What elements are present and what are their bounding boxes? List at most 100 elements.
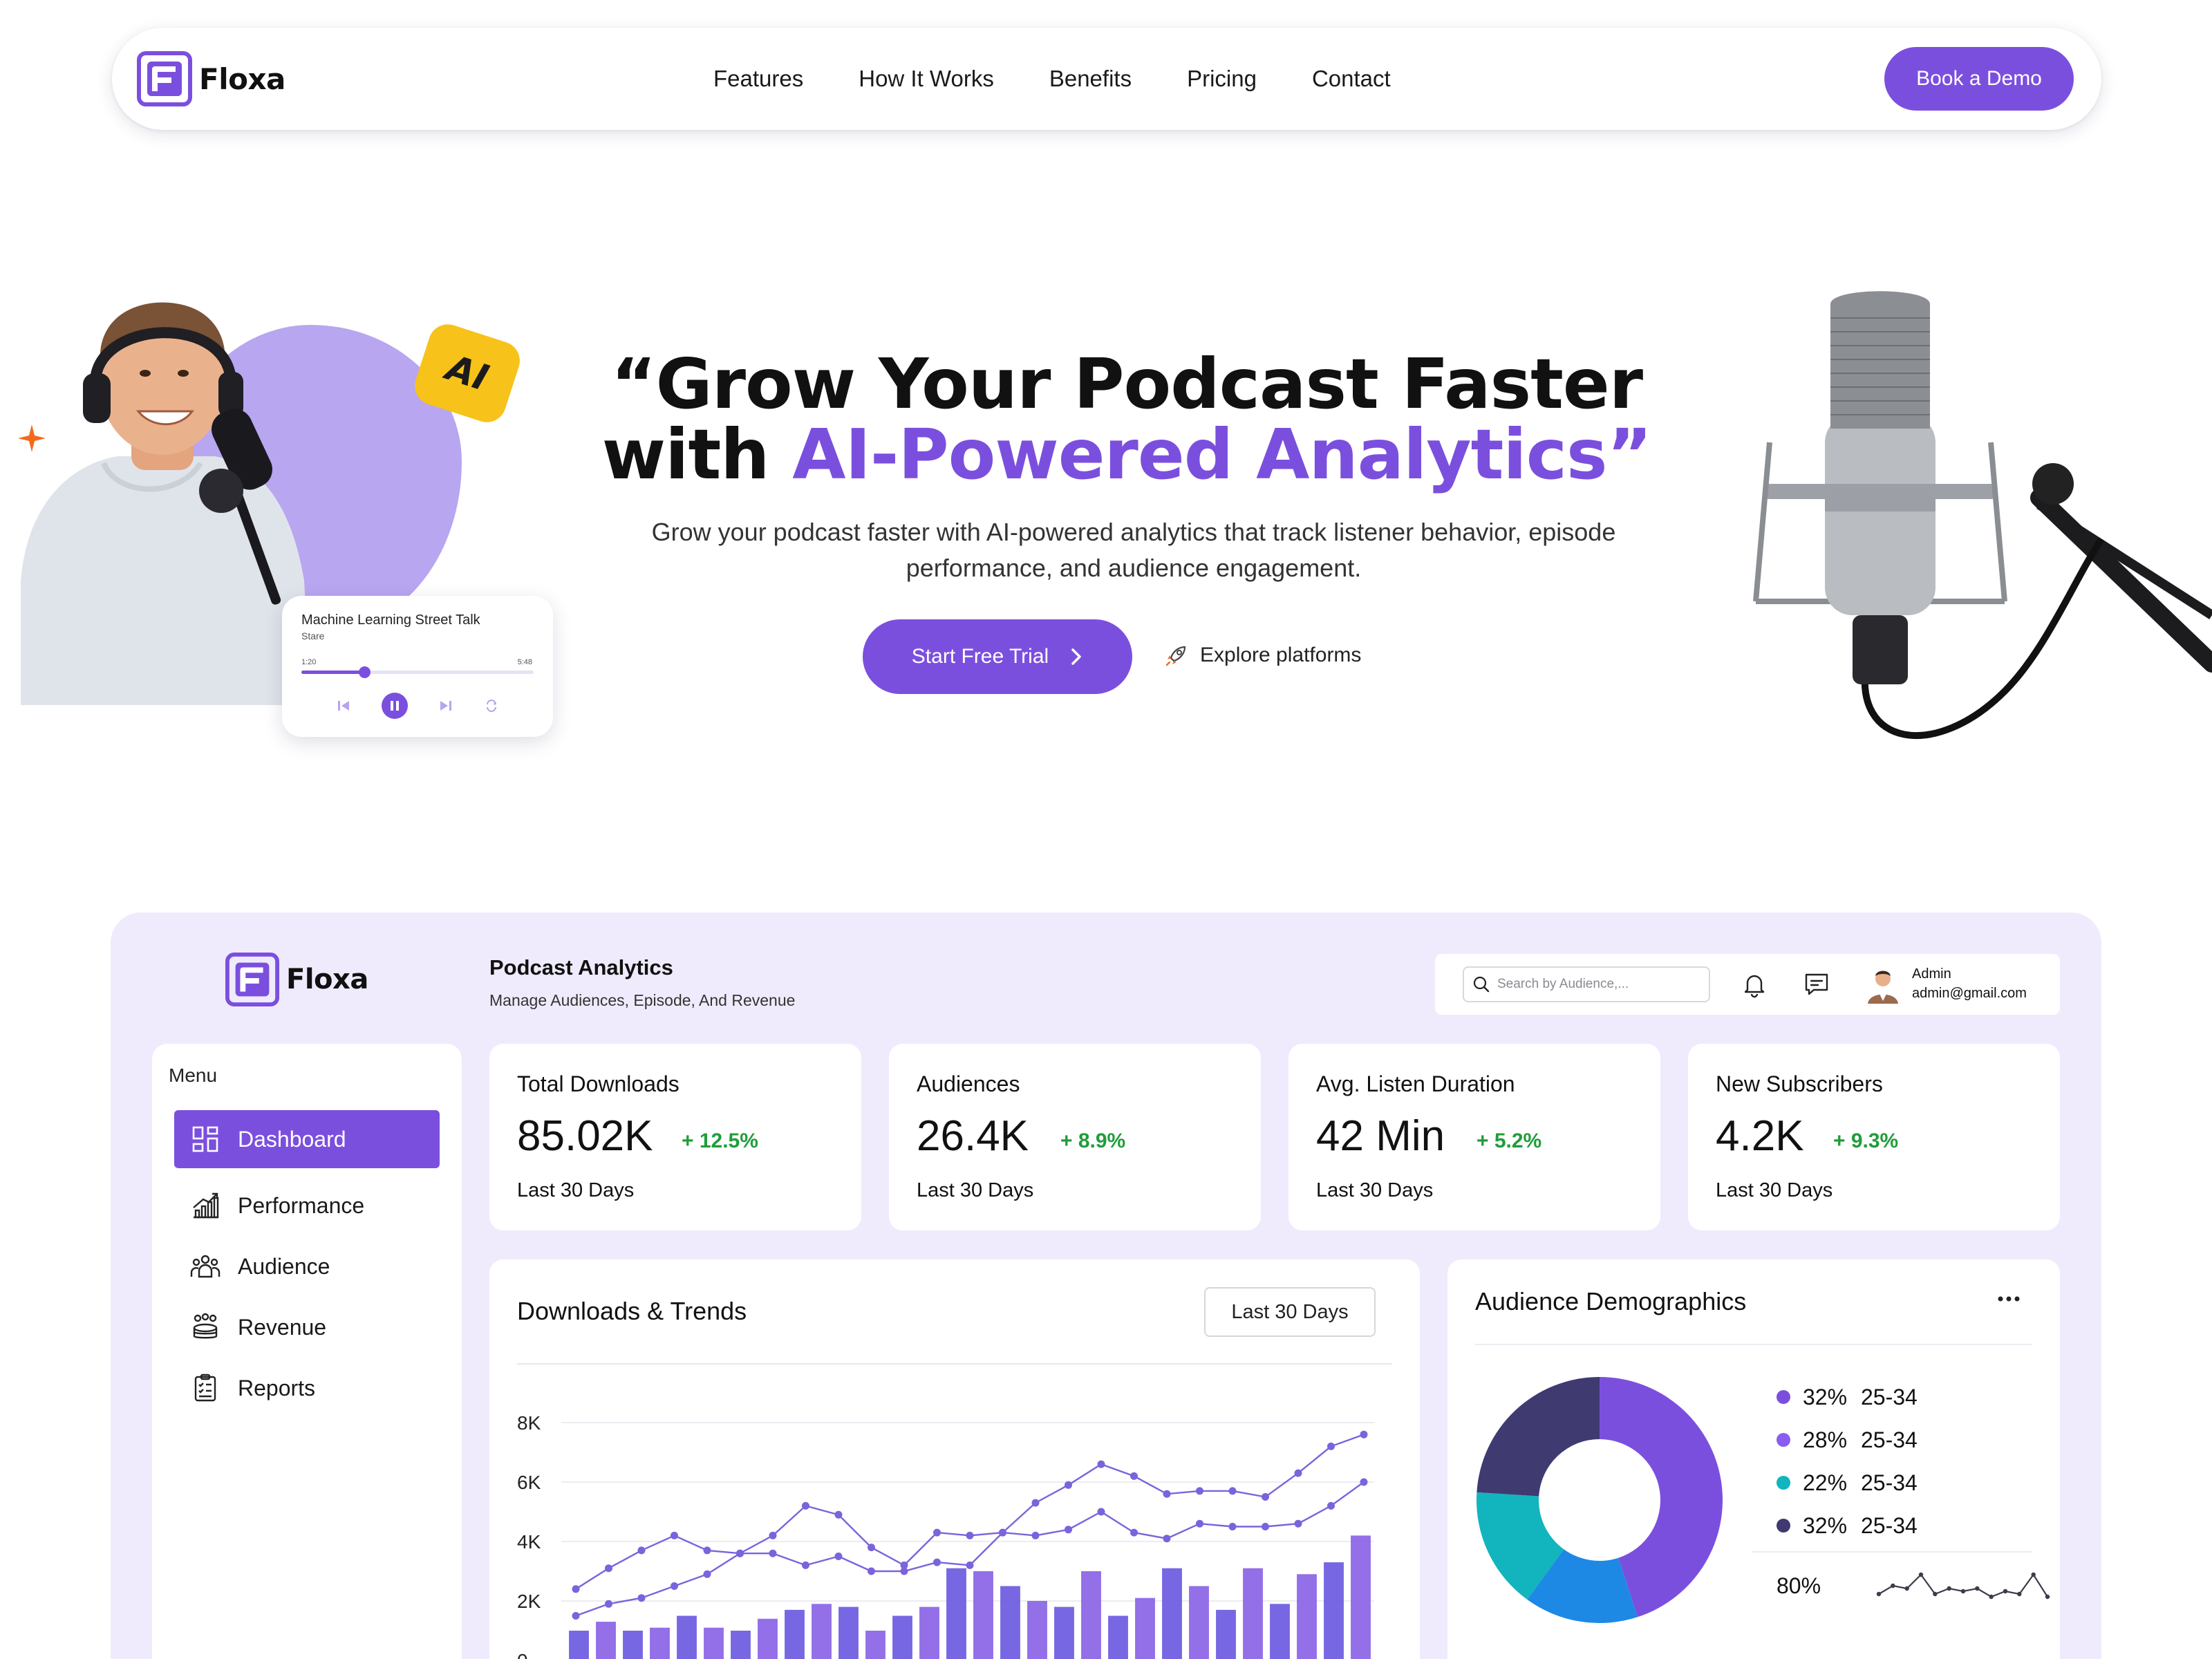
y-tick-label: 6K [517, 1472, 541, 1493]
start-free-trial-button[interactable]: Start Free Trial [863, 619, 1132, 694]
bar [758, 1618, 778, 1659]
trend-point [1065, 1481, 1072, 1489]
progress-handle[interactable] [358, 666, 371, 678]
bar [1243, 1568, 1263, 1659]
bar [1135, 1597, 1155, 1659]
dashboard-topbar: Admin admin@gmail.com [1435, 954, 2060, 1015]
legend-dot [1777, 1476, 1790, 1490]
hero-title-accent: AI-Powered Analytics” [792, 414, 1652, 495]
coins-icon [193, 1313, 218, 1339]
dashboard-logo[interactable]: Floxa [225, 953, 368, 1006]
trend-point [1130, 1472, 1138, 1480]
legend-pct: 22% [1803, 1470, 1848, 1495]
demographics-legend: 32% 25-34 28% 25-34 22% 25-34 32% 25-34 [1777, 1376, 1918, 1547]
trend-point [1262, 1523, 1269, 1530]
stat-card-total-downloads: Total Downloads 85.02K + 12.5% Last 30 D… [489, 1044, 861, 1230]
stat-period: Last 30 Days [1716, 1179, 1833, 1201]
trend-point [736, 1549, 744, 1557]
sidebar-item-audience[interactable]: Audience [174, 1237, 440, 1295]
sidebar-item-dashboard[interactable]: Dashboard [174, 1110, 440, 1168]
sidebar: Menu Dashboard Performance Audience Reve… [152, 1044, 462, 1659]
trend-point [1294, 1519, 1302, 1528]
trend-point [703, 1546, 711, 1555]
y-tick-label: 0 [517, 1650, 528, 1659]
floxa-logo-icon [137, 51, 192, 106]
card-title: Audience Demographics [1475, 1287, 1747, 1315]
hero-title-line1: “Grow Your Podcast Faster [610, 344, 1643, 424]
sidebar-item-reports[interactable]: Reports [174, 1359, 440, 1417]
bar [1108, 1615, 1128, 1659]
progress-track[interactable] [301, 666, 534, 678]
repeat-icon[interactable] [484, 698, 499, 713]
more-options-icon[interactable] [1996, 1294, 2021, 1304]
next-icon[interactable] [438, 698, 453, 713]
bar [1000, 1586, 1020, 1659]
bar [596, 1622, 616, 1659]
stat-value: 26.4K [917, 1112, 1029, 1160]
bar [973, 1571, 993, 1659]
divider [1475, 1344, 2032, 1345]
notification-bell-icon[interactable] [1739, 969, 1770, 1000]
brand-logo[interactable]: Floxa [137, 51, 285, 106]
page-subtitle: Manage Audiences, Episode, And Revenue [489, 991, 796, 1009]
nav-link-contact[interactable]: Contact [1312, 66, 1391, 92]
stat-label: Total Downloads [517, 1071, 679, 1096]
studio-microphone-image [1753, 291, 2212, 739]
sparkline-point [1975, 1586, 1980, 1591]
brand-name: Floxa [286, 964, 368, 995]
audio-player-card: Machine Learning Street Talk Stare 1:20 … [282, 596, 553, 737]
stat-change: + 12.5% [682, 1130, 758, 1152]
users-icon [190, 1255, 221, 1278]
hero-title-line2-prefix: with [601, 414, 793, 495]
search-input[interactable] [1497, 977, 1698, 992]
chevron-right-icon [1071, 648, 1081, 665]
sparkline-point [1904, 1586, 1909, 1591]
previous-icon[interactable] [336, 698, 351, 713]
sparkline-point [1947, 1586, 1951, 1591]
trend-point [1163, 1490, 1171, 1498]
trend-point [868, 1567, 875, 1575]
message-icon[interactable] [1801, 969, 1832, 1000]
bar [892, 1615, 912, 1659]
nav-link-features[interactable]: Features [713, 66, 803, 92]
star-icon [18, 424, 46, 452]
trend-point [769, 1549, 777, 1557]
stat-period: Last 30 Days [517, 1179, 635, 1201]
legend-item: 22% 25-34 [1777, 1461, 1918, 1504]
sidebar-item-revenue[interactable]: Revenue [174, 1298, 440, 1356]
audience-demographics-card: Audience Demographics 32% 25-34 28% 25-34 … [1447, 1259, 2060, 1659]
stat-card-new-subscribers: New Subscribers 4.2K + 9.3% Last 30 Days [1688, 1044, 2060, 1230]
bar [1324, 1562, 1344, 1659]
nav-link-how-it-works[interactable]: How It Works [859, 66, 994, 92]
nav-link-pricing[interactable]: Pricing [1187, 66, 1257, 92]
search-box [1463, 966, 1710, 1002]
legend-label: 25-34 [1861, 1427, 1918, 1452]
nav-link-benefits[interactable]: Benefits [1049, 66, 1132, 92]
trend-point [703, 1570, 711, 1578]
stat-value: 42 Min [1316, 1112, 1445, 1160]
stat-period: Last 30 Days [917, 1179, 1034, 1201]
avatar[interactable] [1864, 965, 1902, 1004]
trend-point [900, 1567, 908, 1575]
explore-platforms-label: Explore platforms [1200, 644, 1362, 666]
sparkline-point [1960, 1588, 1966, 1594]
sparkline-label: 80% [1777, 1573, 1821, 1598]
bar [785, 1609, 805, 1659]
book-demo-button[interactable]: Book a Demo [1884, 47, 2074, 111]
sparkline-point [1933, 1591, 1938, 1597]
trend-point [802, 1561, 809, 1569]
bar [650, 1627, 670, 1659]
trend-point [1228, 1487, 1237, 1495]
bar [1270, 1604, 1290, 1659]
pause-icon[interactable] [382, 693, 408, 719]
stat-label: New Subscribers [1716, 1071, 1883, 1096]
bar [623, 1631, 643, 1659]
trend-point [572, 1612, 580, 1620]
sidebar-item-label: Reports [238, 1375, 316, 1400]
sidebar-item-performance[interactable]: Performance [174, 1177, 440, 1235]
bar [677, 1615, 697, 1659]
downloads-chart: 8K 6K 4K 2K 0 [517, 1412, 1374, 1659]
explore-platforms-link[interactable]: Explore platforms [1164, 643, 1361, 668]
nav-links: Features How It Works Benefits Pricing C… [713, 28, 1391, 130]
bar-chart-icon [193, 1192, 219, 1219]
